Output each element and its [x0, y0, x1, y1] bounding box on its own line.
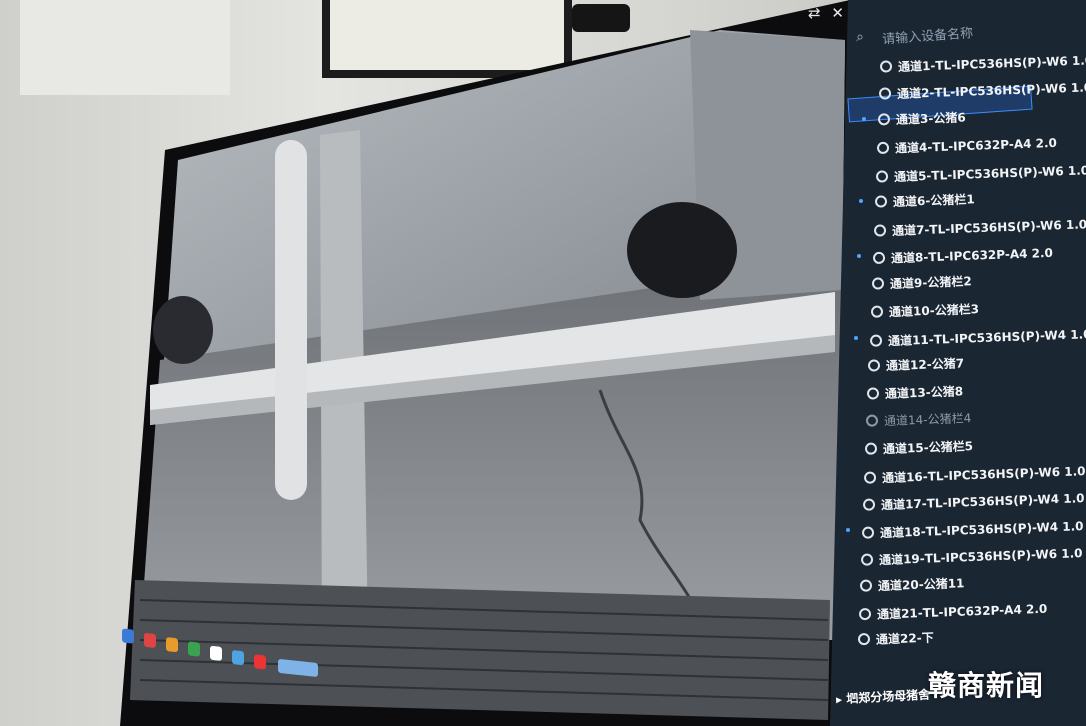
device-label: 通道13-公猪8 [885, 384, 964, 401]
app-icon[interactable] [188, 641, 200, 657]
device-item[interactable]: 通道6-公猪栏1 [874, 190, 975, 210]
app-icon[interactable] [144, 632, 156, 649]
camera-icon [871, 277, 884, 290]
camera-icon [861, 526, 875, 539]
device-item[interactable]: 通道15-公猪栏5 [865, 437, 974, 458]
camera-icon [869, 334, 882, 347]
camera-icon [870, 305, 883, 318]
app-icon[interactable] [278, 658, 318, 678]
device-label: 通道12-公猪7 [886, 356, 965, 374]
app-icon[interactable] [254, 654, 266, 670]
camera-icon [860, 553, 874, 567]
camera-icon [874, 195, 887, 208]
app-icon[interactable] [232, 650, 244, 666]
close-icon[interactable]: ✕ [831, 4, 844, 22]
app-icon[interactable] [210, 645, 222, 661]
online-indicator [853, 336, 858, 340]
device-label: 通道6-公猪栏1 [892, 192, 975, 210]
device-label: 通道15-公猪栏5 [883, 438, 974, 456]
camera-icon [876, 141, 890, 155]
online-indicator [856, 253, 861, 258]
app-icon[interactable] [122, 628, 134, 644]
camera-icon [867, 387, 880, 400]
camera-icon [877, 112, 891, 126]
device-label: 通道22-下 [875, 631, 934, 648]
camera-icon [872, 251, 885, 264]
device-label: 通道9-公猪栏2 [889, 274, 972, 292]
device-label: 通道10-公猪栏3 [888, 301, 979, 319]
camera-icon [864, 471, 877, 484]
device-label: 通道14-公猪栏4 [884, 411, 972, 429]
camera-icon [866, 414, 879, 428]
device-item[interactable]: 通道20-公猪11 [859, 574, 965, 595]
online-indicator [858, 199, 863, 203]
device-label: 通道20-公猪11 [877, 575, 965, 593]
search-input[interactable]: 请输入设备名称 [881, 22, 974, 47]
camera-icon [873, 224, 886, 238]
camera-icon [865, 442, 878, 455]
window-controls: ⇄ ✕ [808, 4, 844, 22]
camera-icon [879, 60, 893, 73]
camera-icon [868, 359, 881, 373]
camera-icon [857, 633, 871, 646]
expand-icon[interactable]: ⇄ [808, 4, 821, 22]
camera-icon [878, 87, 892, 101]
app-icon[interactable] [166, 637, 178, 653]
camera-icon [858, 607, 872, 621]
device-item[interactable]: 通道22-下 [857, 629, 934, 649]
device-item[interactable]: 通道13-公猪8 [867, 382, 964, 402]
camera-icon [875, 169, 889, 183]
watermark: 赣商新闻 [928, 669, 1045, 702]
device-item[interactable]: 通道10-公猪栏3 [870, 300, 979, 321]
online-indicator [861, 116, 866, 121]
device-label: 通道3-公猪6 [895, 110, 966, 127]
online-indicator [846, 527, 851, 532]
camera-icon [859, 579, 873, 592]
search-icon: ⌕ [855, 28, 865, 46]
camera-icon [863, 498, 876, 512]
device-item[interactable]: 通道3-公猪6 [877, 108, 966, 128]
